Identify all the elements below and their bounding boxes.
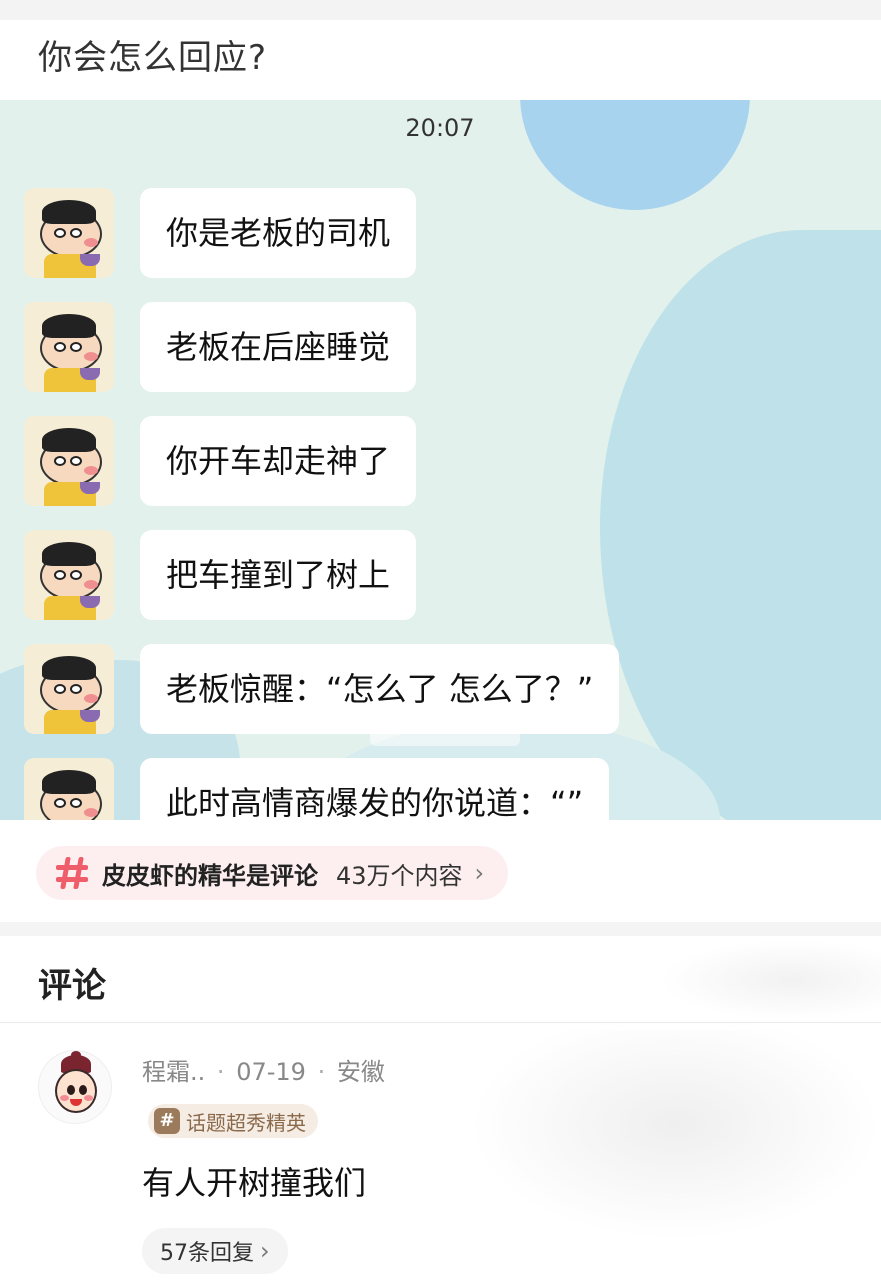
cartoon-avatar-icon bbox=[24, 758, 114, 820]
user-badge[interactable]: # 话题超秀精英 bbox=[148, 1104, 318, 1138]
top-strip bbox=[0, 0, 881, 20]
badge-hash-icon: # bbox=[154, 1108, 180, 1134]
background-shape bbox=[520, 100, 750, 210]
topic-name: 皮皮虾的精华是评论 bbox=[102, 861, 318, 890]
comments-section-title: 评论 bbox=[38, 966, 106, 1006]
meta-separator: · bbox=[317, 1058, 326, 1086]
cartoon-avatar-icon bbox=[24, 302, 114, 392]
meta-separator: · bbox=[216, 1058, 225, 1086]
chat-screenshot-image[interactable]: 20:07 你是老板的司机 老板在后座睡觉 你开车却走神了 把车撞到了树上 老板… bbox=[0, 100, 881, 820]
blurred-area bbox=[660, 940, 881, 1020]
message-bubble: 把车撞到了树上 bbox=[140, 530, 417, 620]
chevron-right-icon: › bbox=[474, 859, 485, 887]
cartoon-avatar-icon bbox=[24, 530, 114, 620]
comment-location: 安徽 bbox=[336, 1058, 385, 1086]
blurred-area bbox=[470, 1030, 881, 1240]
cartoon-avatar-icon bbox=[24, 188, 114, 278]
section-divider bbox=[0, 922, 881, 936]
post-title: 你会怎么回应? bbox=[38, 38, 268, 78]
cartoon-avatar-icon bbox=[24, 416, 114, 506]
comment-text: 有人开树撞我们 bbox=[142, 1164, 367, 1202]
divider bbox=[0, 1022, 881, 1023]
message-bubble: 你是老板的司机 bbox=[140, 188, 417, 278]
message-bubble: 你开车却走神了 bbox=[140, 416, 417, 506]
replies-count: 57条回复 bbox=[160, 1241, 254, 1266]
message-bubble: 老板惊醒：“怎么了 怎么了？” bbox=[140, 644, 620, 734]
comment-meta: 程霜.. · 07-19 · 安徽 bbox=[142, 1052, 385, 1087]
background-shape bbox=[600, 230, 881, 820]
topic-count: 43万个内容 bbox=[336, 861, 463, 890]
view-replies-button[interactable]: 57条回复 › bbox=[142, 1228, 288, 1274]
message-bubble: 此时高情商爆发的你说道：“” bbox=[140, 758, 610, 820]
chevron-right-icon: › bbox=[260, 1237, 270, 1265]
cartoon-avatar-icon bbox=[24, 644, 114, 734]
chat-timestamp: 20:07 bbox=[405, 114, 475, 142]
badge-label: 话题超秀精英 bbox=[186, 1110, 306, 1135]
topic-chip[interactable]: 皮皮虾的精华是评论 43万个内容 › bbox=[36, 846, 509, 900]
message-bubble: 老板在后座睡觉 bbox=[140, 302, 417, 392]
comment-date: 07-19 bbox=[236, 1058, 306, 1086]
commenter-name[interactable]: 程霜.. bbox=[142, 1058, 205, 1086]
hash-icon bbox=[54, 855, 90, 891]
commenter-avatar[interactable] bbox=[38, 1050, 112, 1124]
